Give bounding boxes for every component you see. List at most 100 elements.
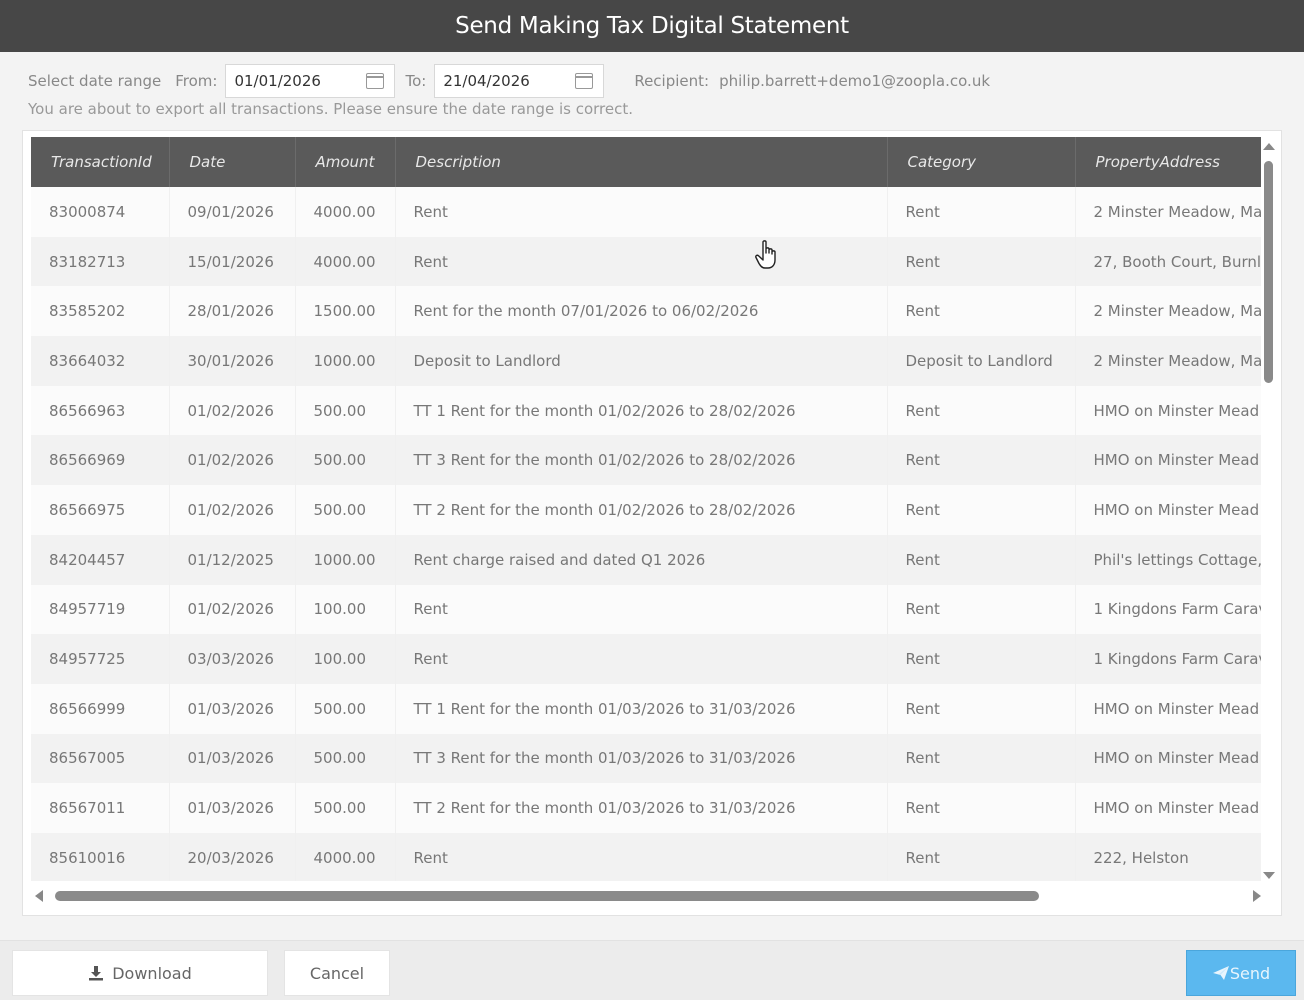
column-header-category[interactable]: Category bbox=[887, 137, 1076, 187]
cell-description: Rent bbox=[395, 832, 888, 881]
cell-amount: 500.00 bbox=[295, 385, 396, 436]
calendar-icon[interactable] bbox=[575, 73, 594, 89]
cell-amount: 4000.00 bbox=[295, 832, 396, 881]
to-date-value: 21/04/2026 bbox=[443, 72, 530, 90]
cell-date: 01/03/2026 bbox=[169, 683, 296, 734]
cell-propertyaddress: HMO on Minster Mead bbox=[1075, 485, 1261, 535]
horizontal-scrollbar[interactable] bbox=[31, 887, 1261, 905]
transactions-table-viewport[interactable]: TransactionId Date Amount Description Catego… bbox=[31, 137, 1261, 881]
scroll-down-arrow-icon[interactable] bbox=[1263, 872, 1275, 879]
cell-transactionid: 86567005 bbox=[31, 733, 170, 784]
cell-description: TT 2 Rent for the month 01/02/2026 to 28… bbox=[395, 485, 888, 535]
cell-category: Rent bbox=[887, 435, 1076, 486]
column-header-description[interactable]: Description bbox=[395, 137, 888, 187]
paper-plane-icon bbox=[1212, 966, 1229, 980]
cell-propertyaddress: HMO on Minster Mead bbox=[1075, 783, 1261, 833]
column-header-date[interactable]: Date bbox=[169, 137, 296, 187]
to-date-input[interactable]: 21/04/2026 bbox=[434, 64, 605, 98]
cell-category: Rent bbox=[887, 286, 1076, 337]
column-header-propertyaddress[interactable]: PropertyAddress bbox=[1075, 137, 1261, 187]
transactions-grid: TransactionId Date Amount Description Catego… bbox=[22, 130, 1282, 916]
table-row[interactable]: 83000874 09/01/2026 4000.00 Rent Rent 2 Minst… bbox=[31, 187, 1261, 237]
cell-propertyaddress: HMO on Minster Mead bbox=[1075, 733, 1261, 784]
cell-propertyaddress: 27, Booth Court, Burnl bbox=[1075, 236, 1261, 287]
cell-description: TT 1 Rent for the month 01/02/2026 to 28… bbox=[395, 385, 888, 436]
cell-amount: 100.00 bbox=[295, 584, 396, 635]
send-button[interactable]: Send bbox=[1186, 950, 1296, 996]
cancel-button[interactable]: Cancel bbox=[284, 950, 390, 996]
cell-category: Rent bbox=[887, 385, 1076, 436]
scroll-right-arrow-icon[interactable] bbox=[1253, 890, 1261, 902]
cell-description: Rent for the month 07/01/2026 to 06/02/2… bbox=[395, 286, 888, 337]
table-row[interactable]: 86567011 01/03/2026 500.00 TT 2 Rent for th… bbox=[31, 783, 1261, 833]
cell-date: 09/01/2026 bbox=[169, 187, 296, 237]
cell-date: 01/03/2026 bbox=[169, 733, 296, 784]
cell-category: Rent bbox=[887, 683, 1076, 734]
cell-transactionid: 86566963 bbox=[31, 385, 170, 436]
cell-transactionid: 84957725 bbox=[31, 634, 170, 684]
recipient-label: Recipient: bbox=[634, 72, 710, 90]
cell-transactionid: 83664032 bbox=[31, 336, 170, 386]
table-row[interactable]: 86566975 01/02/2026 500.00 TT 2 Rent for th… bbox=[31, 485, 1261, 535]
cell-amount: 4000.00 bbox=[295, 187, 396, 237]
table-row[interactable]: 86566963 01/02/2026 500.00 TT 1 Rent for th… bbox=[31, 385, 1261, 436]
cell-transactionid: 86566969 bbox=[31, 435, 170, 486]
cell-description: TT 2 Rent for the month 01/03/2026 to 31… bbox=[395, 783, 888, 833]
cell-description: TT 1 Rent for the month 01/03/2026 to 31… bbox=[395, 683, 888, 734]
cell-propertyaddress: Phil's lettings Cottage, bbox=[1075, 534, 1261, 585]
cell-category: Rent bbox=[887, 783, 1076, 833]
vertical-scrollbar[interactable] bbox=[1261, 139, 1275, 879]
vertical-scroll-thumb[interactable] bbox=[1264, 161, 1273, 383]
cell-description: Rent bbox=[395, 584, 888, 635]
send-label: Send bbox=[1229, 963, 1271, 983]
from-date-input[interactable]: 01/01/2026 bbox=[225, 64, 396, 98]
cell-description: Rent charge raised and dated Q1 2026 bbox=[395, 534, 888, 585]
cell-propertyaddress: 2 Minster Meadow, Ma bbox=[1075, 187, 1261, 237]
download-button[interactable]: Download bbox=[12, 950, 268, 996]
column-header-transactionid[interactable]: TransactionId bbox=[31, 137, 170, 187]
table-row[interactable]: 86566999 01/03/2026 500.00 TT 1 Rent for th… bbox=[31, 683, 1261, 734]
cell-category: Rent bbox=[887, 832, 1076, 881]
cell-amount: 100.00 bbox=[295, 634, 396, 684]
table-row[interactable]: 84957725 03/03/2026 100.00 Rent Rent 1 Kingdo… bbox=[31, 634, 1261, 684]
cell-propertyaddress: HMO on Minster Mead bbox=[1075, 683, 1261, 734]
cell-date: 28/01/2026 bbox=[169, 286, 296, 337]
cell-date: 03/03/2026 bbox=[169, 634, 296, 684]
table-row[interactable]: 83182713 15/01/2026 4000.00 Rent Rent 27, Boo… bbox=[31, 236, 1261, 287]
cell-amount: 1500.00 bbox=[295, 286, 396, 337]
cell-date: 01/02/2026 bbox=[169, 385, 296, 436]
table-row[interactable]: 84957719 01/02/2026 100.00 Rent Rent 1 Kingdo… bbox=[31, 584, 1261, 635]
table-row[interactable]: 85610016 20/03/2026 4000.00 Rent Rent 222, He… bbox=[31, 832, 1261, 881]
download-icon bbox=[89, 966, 104, 981]
cell-date: 20/03/2026 bbox=[169, 832, 296, 881]
calendar-icon[interactable] bbox=[366, 73, 385, 89]
table-row[interactable]: 86566969 01/02/2026 500.00 TT 3 Rent for th… bbox=[31, 435, 1261, 486]
cell-description: TT 3 Rent for the month 01/02/2026 to 28… bbox=[395, 435, 888, 486]
transactions-table: TransactionId Date Amount Description Catego… bbox=[31, 137, 1261, 881]
table-row[interactable]: 83664032 30/01/2026 1000.00 Deposit to Land… bbox=[31, 336, 1261, 386]
cell-propertyaddress: 2 Minster Meadow, Ma bbox=[1075, 286, 1261, 337]
cell-amount: 1000.00 bbox=[295, 534, 396, 585]
cell-category: Rent bbox=[887, 584, 1076, 635]
cell-category: Rent bbox=[887, 534, 1076, 585]
cell-description: TT 3 Rent for the month 01/03/2026 to 31… bbox=[395, 733, 888, 784]
cell-transactionid: 85610016 bbox=[31, 832, 170, 881]
cell-transactionid: 86566975 bbox=[31, 485, 170, 535]
scroll-left-arrow-icon[interactable] bbox=[35, 890, 43, 902]
scroll-up-arrow-icon[interactable] bbox=[1263, 143, 1275, 150]
cell-propertyaddress: 1 Kingdons Farm Carav bbox=[1075, 584, 1261, 635]
table-row[interactable]: 86567005 01/03/2026 500.00 TT 3 Rent for th… bbox=[31, 733, 1261, 784]
date-range-filter: Select date range From: 01/01/2026 To: 2… bbox=[28, 64, 1278, 98]
to-label: To: bbox=[405, 72, 427, 90]
dialog-footer: Download Cancel Send bbox=[0, 940, 1304, 1000]
column-header-amount[interactable]: Amount bbox=[295, 137, 396, 187]
table-row[interactable]: 84204457 01/12/2025 1000.00 Rent charge rai… bbox=[31, 534, 1261, 585]
cell-propertyaddress: 2 Minster Meadow, Ma bbox=[1075, 336, 1261, 386]
table-header-row: TransactionId Date Amount Description Catego… bbox=[31, 137, 1261, 187]
horizontal-scroll-thumb[interactable] bbox=[55, 891, 1039, 901]
cell-transactionid: 83182713 bbox=[31, 236, 170, 287]
cell-transactionid: 86566999 bbox=[31, 683, 170, 734]
table-row[interactable]: 83585202 28/01/2026 1500.00 Rent for the mo… bbox=[31, 286, 1261, 337]
cell-propertyaddress: HMO on Minster Mead bbox=[1075, 435, 1261, 486]
cell-category: Rent bbox=[887, 187, 1076, 237]
